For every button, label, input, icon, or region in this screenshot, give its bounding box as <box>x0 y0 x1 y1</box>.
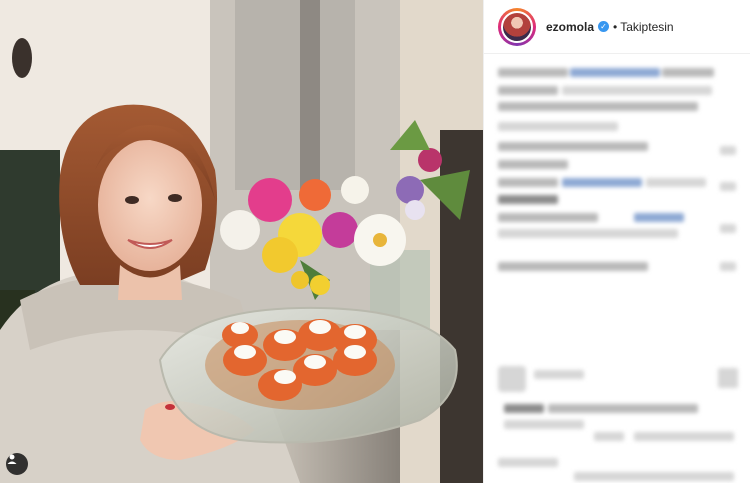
profile-avatar[interactable] <box>498 7 536 46</box>
follow-status[interactable]: Takiptesin <box>620 20 673 34</box>
post-photo[interactable] <box>0 0 483 483</box>
instagram-post: ezomola ✓ • Takiptesin <box>0 0 750 483</box>
photo-illustration <box>0 0 483 483</box>
verified-badge-icon: ✓ <box>598 21 610 32</box>
username-link[interactable]: ezomola <box>546 20 594 34</box>
separator-dot: • <box>613 19 618 34</box>
plate-with-food <box>158 306 458 444</box>
avatar-image <box>501 10 533 43</box>
post-header: ezomola ✓ • Takiptesin <box>484 0 750 54</box>
blurred-comments-area <box>484 54 750 483</box>
user-tag-button[interactable] <box>6 453 28 475</box>
post-sidebar: ezomola ✓ • Takiptesin <box>483 0 750 483</box>
user-tag-icon <box>7 454 17 464</box>
